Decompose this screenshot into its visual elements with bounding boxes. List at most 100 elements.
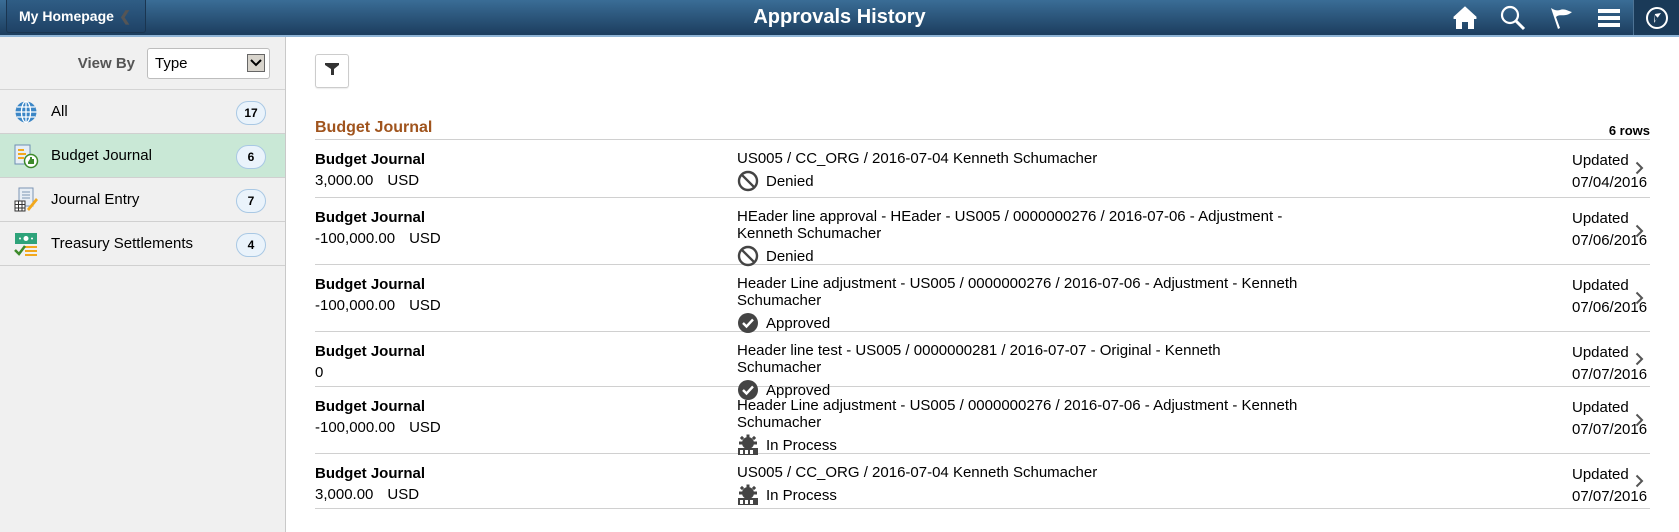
status-label: Denied [766, 172, 814, 190]
description: Header Line adjustment - US005 / 0000000… [737, 275, 1298, 309]
status-label: Denied [766, 247, 814, 265]
amount: 3,000.00 [315, 486, 374, 503]
type-amount-column: Budget Journal 3,000.00 USD [315, 464, 425, 506]
sidebar-item-label: Journal Entry [51, 191, 140, 208]
status: In Process [737, 484, 1307, 506]
description-column: US005 / CC_ORG / 2016-07-04 Kenneth Schu… [737, 464, 1307, 506]
flag-icon[interactable] [1537, 0, 1585, 35]
transaction-type: Budget Journal [315, 465, 426, 482]
amount-line: -100,000.00 USD [315, 228, 441, 250]
view-by-row: View By Type [0, 37, 285, 90]
transaction-type: Budget Journal [315, 398, 426, 415]
description: Header Line adjustment - US005 / 0000000… [737, 397, 1298, 431]
approved-check-icon [737, 312, 759, 334]
currency: USD [387, 172, 420, 189]
filter-button[interactable] [315, 54, 349, 88]
transaction-type: Budget Journal [315, 151, 426, 168]
count-badge: 17 [236, 101, 266, 125]
main-content: Budget Journal 6 rows Budget Journal 3,0… [287, 37, 1679, 532]
status-label: In Process [766, 486, 837, 504]
description-column: Header Line adjustment - US005 / 0000000… [737, 397, 1307, 456]
description-column: US005 / CC_ORG / 2016-07-04 Kenneth Schu… [737, 150, 1307, 192]
treasury-settlements-icon [0, 231, 51, 257]
status: Denied [737, 170, 1307, 192]
description-column: HEader line approval - HEader - US005 / … [737, 208, 1307, 267]
menu-icon[interactable] [1585, 0, 1633, 35]
page-title: Approvals History [753, 6, 926, 28]
sidebar-item-budget-journal[interactable]: Budget Journal 6 [0, 134, 285, 178]
amount: -100,000.00 [315, 419, 396, 436]
amount: -100,000.00 [315, 297, 396, 314]
type-amount-column: Budget Journal -100,000.00 USD [315, 275, 441, 317]
sidebar-item-all[interactable]: All 17 [0, 90, 285, 134]
description: US005 / CC_ORG / 2016-07-04 Kenneth Schu… [737, 464, 1098, 481]
sidebar-item-treasury-settlements[interactable]: Treasury Settlements 4 [0, 222, 285, 266]
type-amount-column: Budget Journal 3,000.00 USD [315, 150, 425, 192]
amount-line: 3,000.00 USD [315, 170, 425, 192]
row-count: 6 rows [1608, 123, 1650, 138]
status-label: Approved [766, 314, 831, 332]
chevron-right-icon [1635, 291, 1644, 310]
view-by-select[interactable]: Type [147, 47, 270, 79]
sidebar-item-label: All [51, 103, 68, 120]
journal-entry-icon [0, 187, 51, 213]
transaction-type: Budget Journal [315, 209, 426, 226]
description: HEader line approval - HEader - US005 / … [737, 208, 1283, 242]
approval-row[interactable]: Budget Journal -100,000.00 USD Header Lin… [315, 265, 1650, 334]
approval-row[interactable]: Budget Journal 3,000.00 USD US005 / CC_OR… [315, 140, 1650, 198]
top-banner: ❮ My Homepage Approvals History [0, 0, 1679, 37]
in-process-gear-icon [737, 484, 759, 506]
approval-row[interactable]: Budget Journal -100,000.00 USD HEader lin… [315, 198, 1650, 267]
denied-icon [737, 245, 759, 267]
chevron-right-icon [1635, 161, 1644, 180]
amount-line: -100,000.00 USD [315, 417, 441, 439]
chevron-right-icon [1635, 474, 1644, 493]
approvals-list: Budget Journal 3,000.00 USD US005 / CC_OR… [315, 139, 1650, 509]
amount: -100,000.00 [315, 230, 396, 247]
status-label: In Process [766, 436, 837, 454]
transaction-type: Budget Journal [315, 276, 426, 293]
type-amount-column: Budget Journal 0 [315, 342, 425, 384]
chevron-down-icon [247, 54, 265, 72]
type-amount-column: Budget Journal -100,000.00 USD [315, 397, 441, 439]
count-badge: 4 [236, 233, 266, 257]
view-by-selected-value: Type [155, 54, 188, 72]
status: Denied [737, 245, 1307, 267]
currency: USD [387, 486, 420, 503]
denied-icon [737, 170, 759, 192]
description-column: Header Line adjustment - US005 / 0000000… [737, 275, 1307, 334]
home-icon[interactable] [1441, 0, 1489, 35]
approval-row[interactable]: Budget Journal 3,000.00 USD US005 / CC_OR… [315, 454, 1650, 509]
approval-row[interactable]: Budget Journal 0 Header line test - US00… [315, 332, 1650, 400]
amount-line: -100,000.00 USD [315, 295, 441, 317]
amount: 3,000.00 [315, 172, 374, 189]
transaction-type: Budget Journal [315, 343, 426, 360]
sidebar: View By Type All 17 Budget Journal 6 Jou… [0, 37, 286, 532]
chevron-right-icon [1635, 413, 1644, 432]
search-icon[interactable] [1489, 0, 1537, 35]
in-process-gear-icon [737, 434, 759, 456]
header-actions [1441, 0, 1679, 35]
sidebar-item-label: Budget Journal [51, 147, 152, 164]
description: Header line test - US005 / 0000000281 / … [737, 342, 1221, 376]
currency: USD [409, 419, 441, 436]
chevron-right-icon [1635, 352, 1644, 371]
navbar-compass-icon[interactable] [1633, 0, 1679, 35]
count-badge: 6 [236, 145, 266, 169]
view-by-label: View By [77, 54, 135, 72]
description: US005 / CC_ORG / 2016-07-04 Kenneth Schu… [737, 150, 1098, 167]
amount: 0 [315, 364, 324, 381]
filter-icon [324, 61, 340, 82]
budget-journal-icon [0, 143, 51, 169]
approval-row[interactable]: Budget Journal -100,000.00 USD Header Lin… [315, 387, 1650, 456]
status: In Process [737, 434, 1307, 456]
amount-line: 0 [315, 362, 425, 384]
sidebar-item-label: Treasury Settlements [51, 235, 193, 252]
status: Approved [737, 312, 1307, 334]
currency: USD [409, 230, 441, 247]
sidebar-item-journal-entry[interactable]: Journal Entry 7 [0, 178, 285, 222]
globe-icon [0, 100, 51, 124]
section-title: Budget Journal [315, 119, 433, 136]
currency: USD [409, 297, 441, 314]
amount-line: 3,000.00 USD [315, 484, 425, 506]
